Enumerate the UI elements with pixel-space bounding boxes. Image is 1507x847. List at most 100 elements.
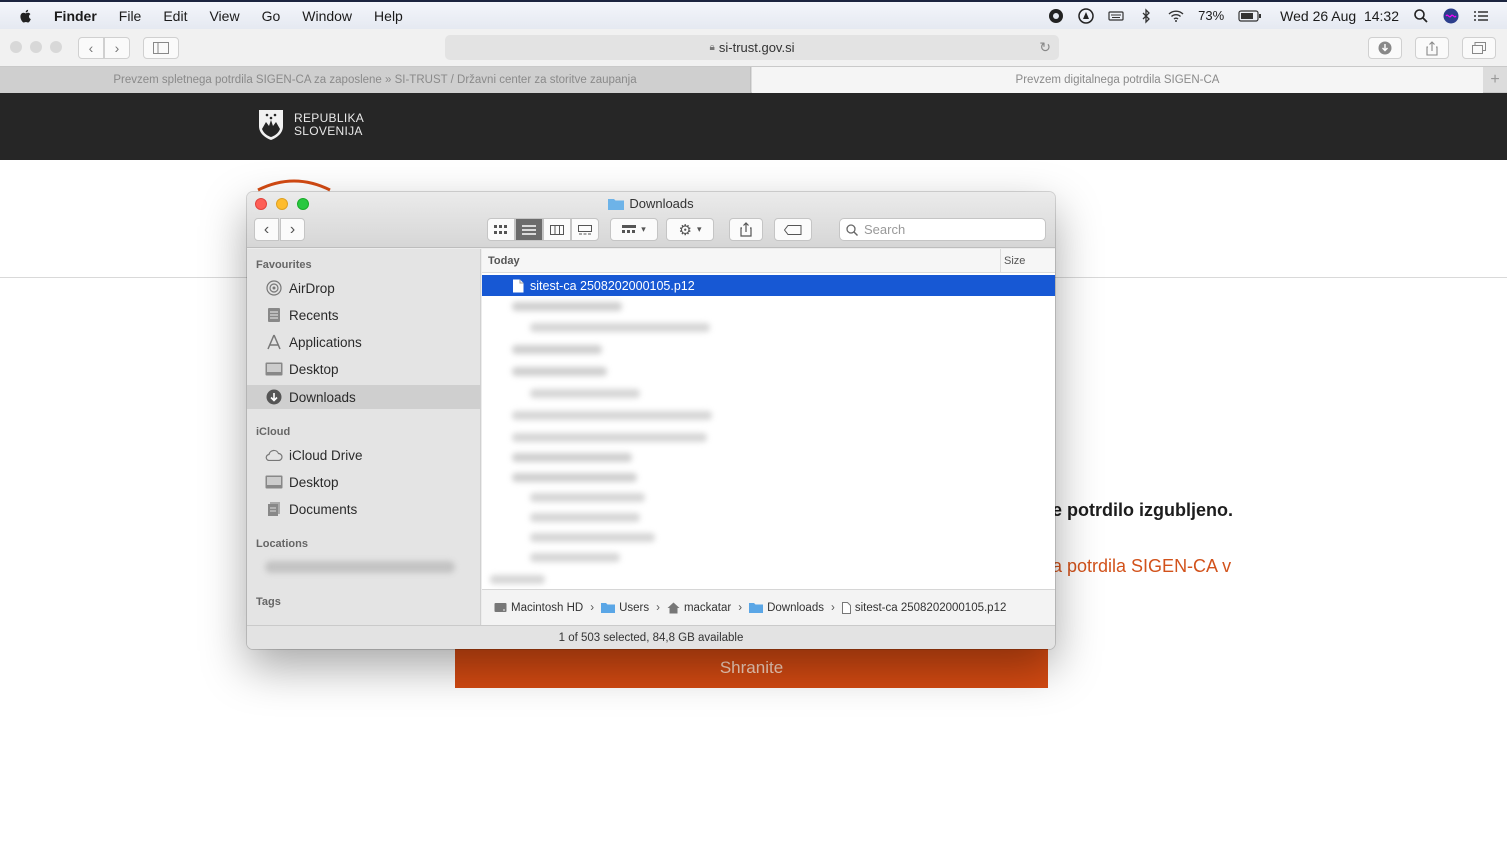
sidebar-item-label: AirDrop (289, 280, 335, 296)
wifi-icon[interactable] (1168, 8, 1184, 24)
menu-app-name[interactable]: Finder (54, 8, 97, 24)
sidebar-toggle-button[interactable] (143, 37, 179, 59)
tabs-overview-button[interactable] (1462, 37, 1496, 59)
spotlight-search-icon[interactable] (1413, 8, 1429, 24)
icon-view-button[interactable] (487, 218, 515, 241)
path-segment-home[interactable]: mackatar (667, 602, 731, 614)
downloads-button[interactable] (1368, 37, 1402, 59)
file-list: Today Size sitest-ca 2508202000105.p12 (482, 249, 1055, 589)
sidebar-item-icloud-desktop[interactable]: Desktop (247, 470, 481, 494)
menu-view[interactable]: View (209, 8, 239, 24)
finder-dialog: Downloads ‹ › ▾ ⚙ ▾ Search Favourites Ai… (247, 192, 1055, 649)
sidebar-heading-icloud: iCloud (256, 426, 291, 438)
keyboard-icon[interactable] (1108, 8, 1124, 24)
tab-prevzem-spletnega[interactable]: Prevzem spletnega potrdila SIGEN-CA za z… (0, 67, 751, 93)
finder-search-input[interactable]: Search (839, 218, 1046, 241)
forward-button[interactable]: › (104, 37, 130, 59)
table-row[interactable] (482, 405, 1055, 426)
menu-edit[interactable]: Edit (163, 8, 187, 24)
blurred-location-placeholder (265, 561, 455, 573)
column-view-button[interactable] (543, 218, 571, 241)
reload-icon[interactable]: ↻ (1039, 39, 1051, 56)
new-tab-button[interactable]: + (1483, 67, 1507, 93)
sigen-ca-link[interactable]: a potrdila SIGEN-CA v (1052, 556, 1231, 577)
menu-help[interactable]: Help (374, 8, 403, 24)
list-view-button[interactable] (515, 218, 543, 241)
edit-tags-button[interactable] (774, 218, 812, 241)
table-row[interactable] (482, 467, 1055, 488)
finder-forward-button[interactable]: › (280, 218, 305, 241)
table-row[interactable] (482, 527, 1055, 548)
accessibility-icon[interactable] (1078, 7, 1094, 24)
path-segment-downloads[interactable]: Downloads (749, 602, 824, 614)
table-group-header (482, 569, 1055, 589)
file-row-selected[interactable]: sitest-ca 2508202000105.p12 (482, 275, 1055, 296)
gear-icon: ⚙ (678, 221, 692, 239)
table-row[interactable] (482, 339, 1055, 360)
clock[interactable]: Wed 26 Aug 14:32 (1280, 8, 1399, 24)
zoom-window-button[interactable] (50, 41, 62, 53)
table-row[interactable] (482, 383, 1055, 404)
site-logo[interactable]: REPUBLIKA SLOVENIJA (258, 109, 364, 141)
finder-share-button[interactable] (729, 218, 763, 241)
siri-icon[interactable] (1443, 8, 1459, 24)
group-by-button[interactable]: ▾ (610, 218, 658, 241)
sidebar-item-documents[interactable]: Documents (247, 497, 481, 521)
menu-file[interactable]: File (119, 8, 142, 24)
applications-icon (265, 333, 283, 351)
battery-icon[interactable] (1238, 8, 1262, 24)
chevron-left-icon: ‹ (263, 220, 270, 238)
path-separator: › (830, 601, 835, 614)
chevron-down-icon: ▾ (696, 224, 702, 234)
sidebar-item-recents[interactable]: Recents (247, 303, 481, 327)
menu-window[interactable]: Window (302, 8, 352, 24)
table-row[interactable] (482, 507, 1055, 528)
column-header-group[interactable]: Today (488, 249, 520, 273)
recents-icon (265, 306, 283, 324)
finder-title-text: Downloads (629, 196, 694, 211)
sidebar-item-downloads[interactable]: Downloads (247, 385, 481, 409)
plus-icon: + (1490, 71, 1500, 88)
table-row[interactable] (482, 296, 1055, 317)
chevron-right-icon: › (114, 40, 120, 56)
path-segment-users[interactable]: Users (601, 602, 649, 614)
logo-line-2: SLOVENIJA (294, 124, 363, 138)
share-button[interactable] (1415, 37, 1449, 59)
table-row[interactable] (482, 361, 1055, 382)
search-placeholder: Search (864, 222, 906, 237)
selection-status-text: 1 of 503 selected, 84,8 GB available (558, 631, 744, 644)
address-bar[interactable]: 🔒︎ si-trust.gov.si ↻ (445, 35, 1059, 60)
sidebar-item-icloud-drive[interactable]: iCloud Drive (247, 443, 481, 467)
sidebar-item-applications[interactable]: Applications (247, 330, 481, 354)
notification-center-icon[interactable] (1473, 8, 1489, 24)
minimize-window-button[interactable] (30, 41, 42, 53)
action-button[interactable]: ⚙ ▾ (666, 218, 714, 241)
cloud-icon (265, 446, 283, 464)
tab-prevzem-digitalnega[interactable]: Prevzem digitalnega potrdila SIGEN-CA (752, 67, 1483, 93)
gallery-view-button[interactable] (571, 218, 599, 241)
finder-back-button[interactable]: ‹ (254, 218, 279, 241)
table-row[interactable] (482, 487, 1055, 508)
column-header-size[interactable]: Size (1000, 249, 1055, 273)
sidebar-item-airdrop[interactable]: AirDrop (247, 276, 481, 300)
group-icon (622, 224, 637, 233)
apple-icon[interactable] (18, 8, 34, 24)
path-segment-macintosh-hd[interactable]: Macintosh HD (494, 602, 583, 614)
sidebar-heading-favourites: Favourites (256, 259, 312, 271)
record-icon[interactable] (1048, 8, 1064, 24)
table-row[interactable] (482, 547, 1055, 568)
sidebar-item-location-blurred[interactable] (247, 555, 481, 579)
table-row[interactable] (482, 447, 1055, 468)
back-button[interactable]: ‹ (78, 37, 104, 59)
path-label: sitest-ca 2508202000105.p12 (854, 601, 1007, 614)
menu-go[interactable]: Go (262, 8, 281, 24)
tab-label: Prevzem digitalnega potrdila SIGEN-CA (1015, 74, 1220, 86)
sidebar-item-label: Documents (289, 501, 358, 517)
save-button[interactable]: Shranite (455, 648, 1048, 688)
table-row[interactable] (482, 317, 1055, 338)
path-segment-file[interactable]: sitest-ca 2508202000105.p12 (841, 601, 1007, 614)
table-row[interactable] (482, 427, 1055, 448)
sidebar-item-desktop[interactable]: Desktop (247, 357, 481, 381)
close-window-button[interactable] (10, 41, 22, 53)
bluetooth-icon[interactable] (1138, 7, 1154, 24)
